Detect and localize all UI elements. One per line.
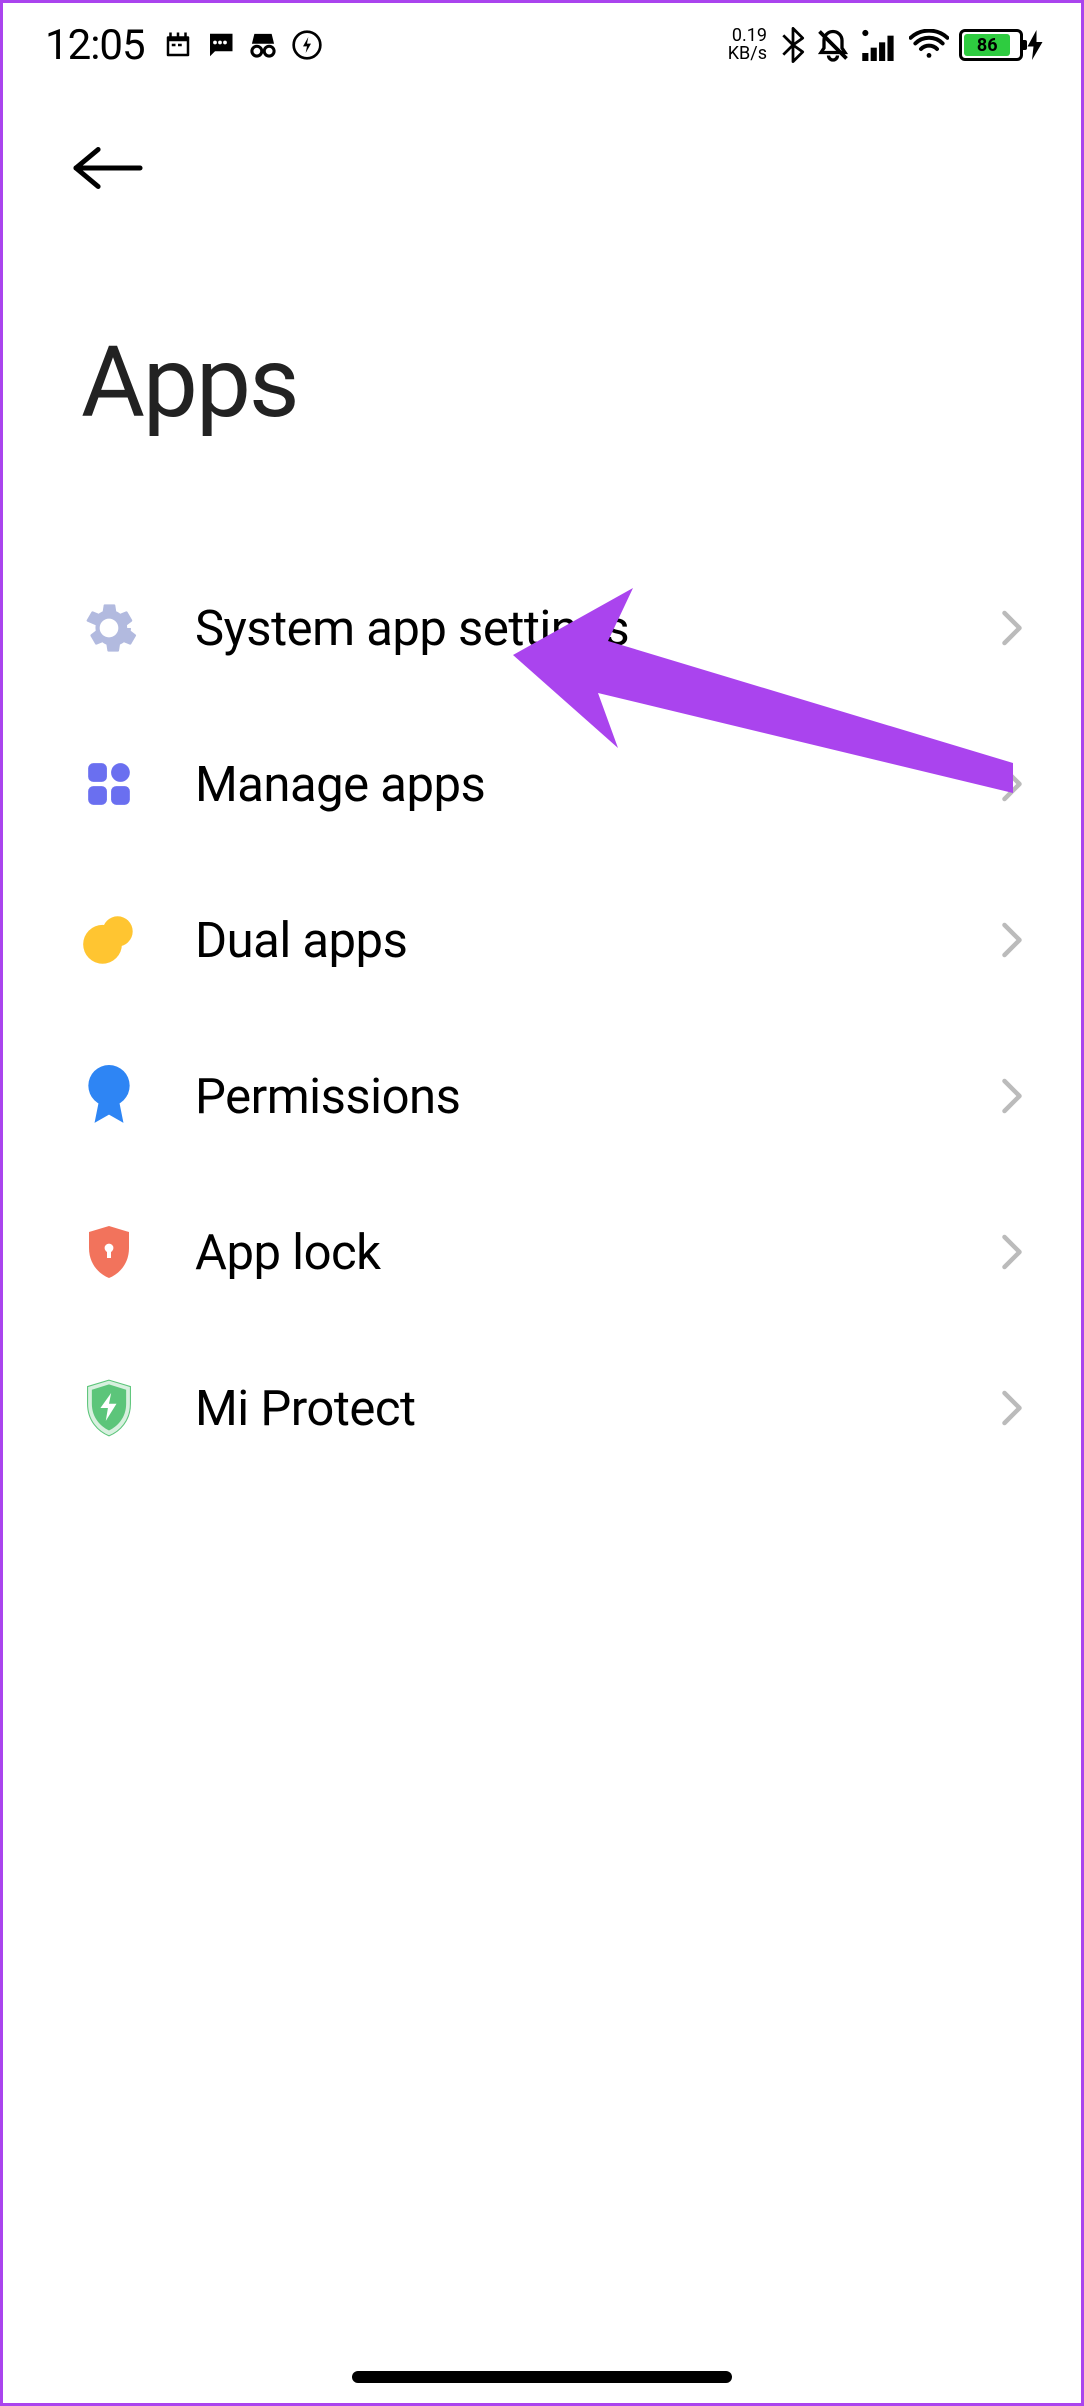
battery-percent: 86 (964, 34, 1010, 56)
menu-item-app-lock[interactable]: App lock (81, 1174, 1023, 1330)
charging-icon (1027, 30, 1043, 60)
dual-circles-icon (81, 912, 137, 968)
menu-item-dual-apps[interactable]: Dual apps (81, 862, 1023, 1018)
chevron-right-icon (1001, 1234, 1023, 1270)
arrow-left-icon (71, 145, 145, 191)
chevron-right-icon (1001, 766, 1023, 802)
gear-icon (81, 600, 137, 656)
netspeed: 0.19 KB/s (728, 27, 767, 63)
menu-item-manage-apps[interactable]: Manage apps (81, 706, 1023, 862)
status-left: 12:05 (45, 21, 323, 70)
chevron-right-icon (1001, 1390, 1023, 1426)
shield-check-icon (81, 1380, 137, 1436)
bluetooth-icon (781, 27, 805, 63)
chevron-right-icon (1001, 610, 1023, 646)
chevron-right-icon (1001, 922, 1023, 958)
menu-label: Manage apps (137, 756, 1001, 813)
menu-label: System app settings (137, 600, 1001, 657)
menu-label: Permissions (137, 1068, 1001, 1125)
menu-list: System app settings Manage apps Dual app… (3, 440, 1081, 1486)
back-button[interactable] (3, 87, 1081, 195)
menu-item-system-app-settings[interactable]: System app settings (81, 550, 1023, 706)
calendar-icon (163, 30, 193, 60)
status-bar: 12:05 0.19 KB/s 86 (3, 3, 1081, 87)
battery: 86 (959, 29, 1043, 61)
status-right: 0.19 KB/s 86 (728, 27, 1043, 63)
page-title: Apps (3, 195, 1081, 440)
badge-icon (81, 1068, 137, 1124)
menu-label: Dual apps (137, 912, 1001, 969)
dnd-icon (815, 27, 851, 63)
menu-item-mi-protect[interactable]: Mi Protect (81, 1330, 1023, 1486)
signal-icon (861, 29, 899, 61)
sms-icon (205, 31, 235, 59)
wifi-icon (909, 29, 949, 61)
flash-circle-icon (291, 29, 323, 61)
menu-label: App lock (137, 1224, 1001, 1281)
status-time: 12:05 (45, 21, 145, 70)
nav-indicator[interactable] (352, 2371, 732, 2383)
shield-lock-icon (81, 1224, 137, 1280)
status-notif-icons (163, 29, 323, 61)
incognito-icon (247, 30, 279, 60)
menu-label: Mi Protect (137, 1380, 1001, 1437)
apps-icon (81, 756, 137, 812)
chevron-right-icon (1001, 1078, 1023, 1114)
menu-item-permissions[interactable]: Permissions (81, 1018, 1023, 1174)
